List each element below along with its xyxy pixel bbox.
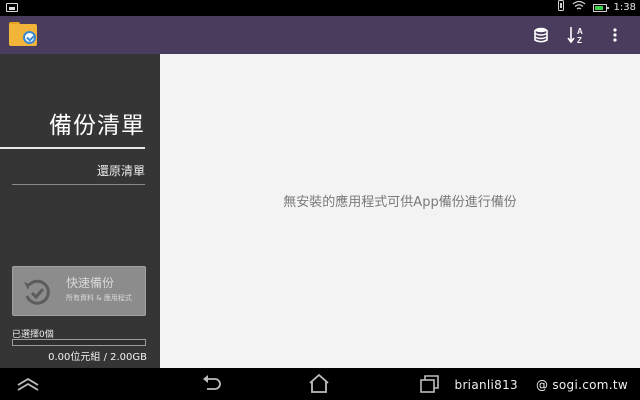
back-button[interactable]	[199, 374, 225, 394]
notification-icon	[6, 3, 18, 12]
battery-icon	[592, 4, 609, 12]
home-icon	[309, 373, 329, 393]
navigation-bar: brianli813 @ sogi.com.tw	[0, 368, 640, 400]
sort-button[interactable]: A Z	[566, 25, 588, 45]
recents-button[interactable]	[416, 374, 442, 394]
status-bar: 1:38	[0, 0, 640, 16]
status-icons: 1:38	[557, 0, 636, 16]
quick-backup-label: 快速備份	[66, 276, 115, 290]
svg-text:Z: Z	[577, 36, 582, 44]
quick-backup-subtitle: 所有資料 & 應用程式	[66, 294, 132, 302]
recents-icon	[420, 375, 439, 393]
action-bar: A Z	[0, 16, 640, 54]
sidebar-item-backup-list[interactable]: 備份清單	[49, 106, 145, 140]
hide-keyboard-icon	[17, 377, 39, 391]
storage-icon	[534, 27, 548, 43]
overflow-menu-icon	[613, 28, 617, 42]
storage-button[interactable]	[530, 25, 552, 45]
back-icon	[203, 375, 221, 390]
watermark-user: brianli813	[454, 378, 518, 392]
quick-backup-button[interactable]: 快速備份 所有資料 & 應用程式	[12, 266, 146, 316]
backup-restore-icon	[24, 279, 50, 305]
vibrate-icon	[557, 0, 565, 17]
watermark-site: @ sogi.com.tw	[535, 378, 628, 392]
clock: 1:38	[613, 2, 636, 13]
size-readout: 0.00位元組 / 2.00GB	[48, 352, 147, 363]
screen: 1:38 A Z 備份清單 還原清單 快速備份 所有資料 & 應用程式 已選擇0…	[0, 0, 640, 400]
sidebar: 備份清單 還原清單 快速備份 所有資料 & 應用程式 已選擇0個 0.00位元組…	[0, 54, 160, 368]
wifi-icon	[572, 0, 586, 17]
empty-state-message: 無安裝的應用程式可供App備份進行備份	[283, 195, 517, 210]
folder-backup-icon[interactable]	[8, 20, 38, 50]
sort-az-icon: A Z	[567, 27, 583, 44]
hide-keyboard-button[interactable]	[15, 374, 41, 394]
storage-progress-bar	[12, 339, 146, 346]
check-badge-icon	[23, 31, 36, 44]
watermark: brianli813 @ sogi.com.tw	[455, 378, 628, 392]
home-button[interactable]	[306, 373, 332, 394]
sidebar-item-restore-list[interactable]: 還原清單	[12, 162, 145, 185]
main-content: 無安裝的應用程式可供App備份進行備份	[160, 54, 640, 368]
overflow-menu-button[interactable]	[604, 25, 626, 45]
divider	[0, 147, 145, 149]
svg-text:A: A	[577, 27, 583, 36]
